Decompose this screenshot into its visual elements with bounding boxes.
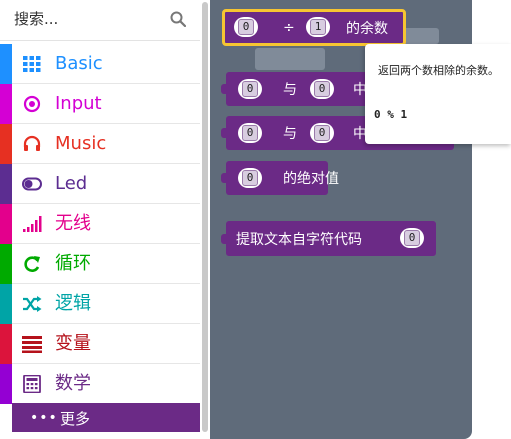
- toolbox-scrollbar[interactable]: [200, 0, 210, 439]
- search-input[interactable]: [14, 9, 154, 29]
- category-basic[interactable]: Basic: [0, 44, 200, 84]
- number-slot[interactable]: 0: [310, 79, 334, 99]
- category-label: Basic: [55, 53, 103, 74]
- more-button[interactable]: ••• 更多: [12, 403, 200, 432]
- grid-icon: [23, 56, 41, 72]
- number-value[interactable]: 0: [242, 81, 258, 97]
- number-slot[interactable]: 0: [310, 123, 334, 143]
- category-color-bar: [0, 324, 12, 364]
- char-code-block[interactable]: 提取文本自字符代码 0: [221, 221, 436, 256]
- list-lines-icon: [22, 336, 42, 353]
- block-notch: [221, 173, 229, 183]
- number-value[interactable]: 0: [242, 125, 258, 141]
- category-label: Led: [55, 173, 88, 194]
- ghost-block: [255, 48, 325, 70]
- number-slot[interactable]: 0: [238, 79, 262, 99]
- search-icon[interactable]: [170, 11, 186, 27]
- category-label: 循环: [55, 253, 91, 274]
- block-notch: [221, 128, 229, 138]
- block-tooltip: 返回两个数相除的余数。 0 % 1: [365, 44, 511, 144]
- abs-block[interactable]: 0 的绝对值: [221, 161, 339, 195]
- conjunction-label: 与: [283, 126, 297, 142]
- category-color-bar: [0, 244, 12, 284]
- signal-bars-icon: [23, 216, 42, 232]
- category-color-bar: [0, 164, 12, 204]
- category-label: 变量: [55, 333, 91, 354]
- number-slot[interactable]: 1: [306, 17, 330, 37]
- remainder-label: 的余数: [346, 20, 388, 37]
- calculator-icon: [23, 375, 41, 393]
- number-value[interactable]: 0: [238, 19, 254, 35]
- category-math[interactable]: 数学: [0, 364, 200, 404]
- category-logic[interactable]: 逻辑: [0, 284, 200, 324]
- refresh-icon: [24, 256, 40, 272]
- radio-target-icon: [23, 95, 41, 113]
- category-variables[interactable]: 变量: [0, 324, 200, 364]
- category-radio[interactable]: 无线: [0, 204, 200, 244]
- more-dots-icon: •••: [30, 410, 58, 426]
- number-slot[interactable]: 0: [234, 17, 258, 37]
- number-slot[interactable]: 0: [238, 123, 262, 143]
- block-notch: [221, 84, 229, 94]
- category-color-bar: [0, 364, 12, 404]
- category-color-bar: [0, 124, 12, 164]
- block-notch: [221, 233, 229, 244]
- category-color-bar: [0, 84, 12, 124]
- category-toolbox: Basic Input Music Led: [0, 0, 200, 439]
- number-value[interactable]: 0: [242, 170, 258, 186]
- conjunction-label: 与: [283, 82, 297, 98]
- number-slot[interactable]: 0: [400, 228, 424, 248]
- min-block[interactable]: 0 与 0 中: [221, 72, 374, 106]
- search-bar: [0, 0, 200, 41]
- abs-label: 的绝对值: [283, 171, 339, 187]
- category-label: 数学: [55, 373, 91, 394]
- divide-operator: ÷: [283, 19, 295, 36]
- category-music[interactable]: Music: [0, 124, 200, 164]
- number-value[interactable]: 0: [314, 81, 330, 97]
- char-code-label: 提取文本自字符代码: [236, 231, 362, 248]
- number-value[interactable]: 0: [404, 230, 420, 246]
- category-led[interactable]: Led: [0, 164, 200, 204]
- tooltip-description: 返回两个数相除的余数。: [378, 64, 499, 77]
- toggle-icon: [22, 177, 42, 191]
- more-label: 更多: [60, 410, 91, 428]
- headphones-icon: [23, 135, 41, 151]
- category-label: Music: [55, 133, 107, 154]
- category-color-bar: [0, 284, 12, 324]
- number-slot[interactable]: 0: [238, 168, 262, 188]
- category-input[interactable]: Input: [0, 84, 200, 124]
- remainder-block[interactable]: 0 ÷ 1 的余数: [222, 9, 406, 46]
- tooltip-code: 0 % 1: [374, 108, 408, 121]
- scrollbar-thumb[interactable]: [202, 2, 208, 432]
- category-color-bar: [0, 204, 12, 244]
- category-label: Input: [55, 93, 102, 114]
- category-label: 无线: [55, 213, 91, 234]
- shuffle-icon: [23, 296, 42, 312]
- category-loops[interactable]: 循环: [0, 244, 200, 284]
- category-color-bar: [0, 44, 12, 84]
- number-value[interactable]: 0: [314, 125, 330, 141]
- number-value[interactable]: 1: [310, 19, 326, 35]
- category-label: 逻辑: [55, 293, 91, 314]
